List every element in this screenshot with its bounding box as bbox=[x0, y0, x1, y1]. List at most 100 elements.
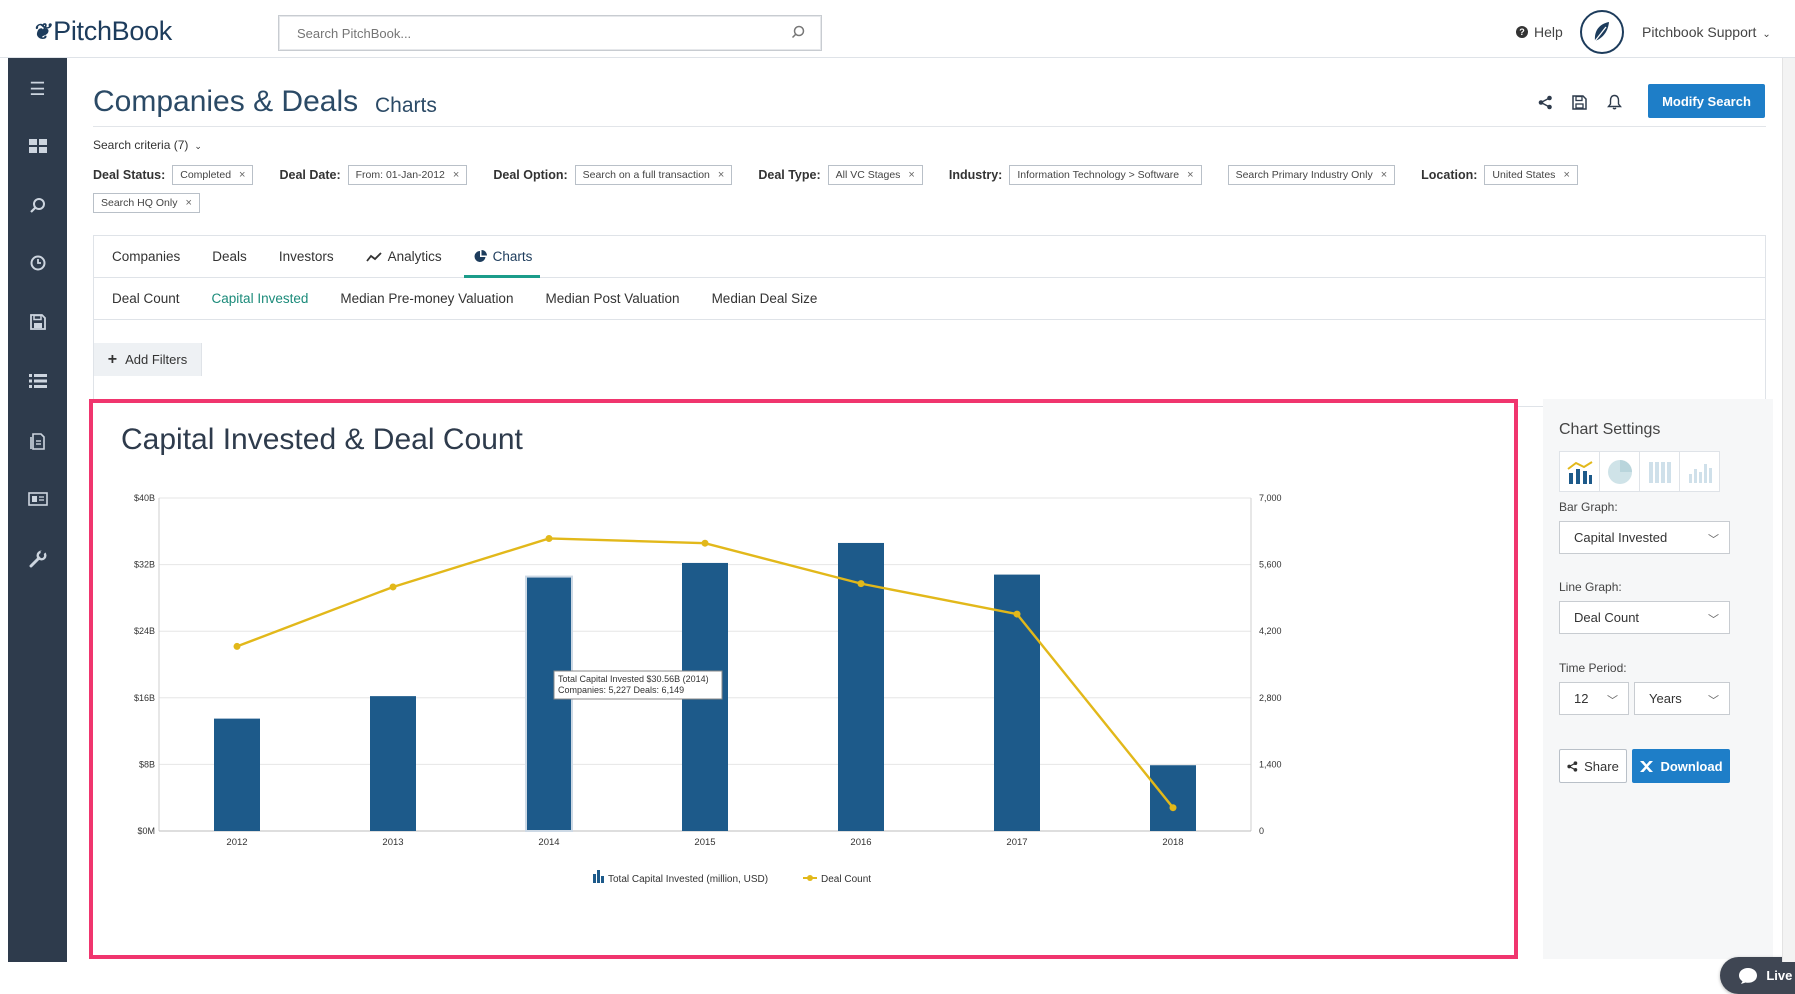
share-label: Share bbox=[1584, 758, 1619, 774]
deal-count-point-2012 bbox=[233, 642, 241, 650]
close-icon[interactable]: × bbox=[718, 169, 724, 181]
filter-chip[interactable]: Completed × bbox=[172, 165, 254, 185]
filter-chip[interactable]: United States × bbox=[1484, 165, 1578, 185]
tab-companies[interactable]: Companies bbox=[112, 236, 180, 278]
column-chart-type-button[interactable] bbox=[1679, 451, 1720, 492]
tab-analytics[interactable]: Analytics bbox=[365, 236, 442, 278]
share-icon[interactable] bbox=[1535, 92, 1555, 112]
pitchbook-leaf-icon: ❦ bbox=[32, 18, 51, 44]
subtab-median-pre-money[interactable]: Median Pre-money Valuation bbox=[340, 291, 513, 306]
tab-label: Investors bbox=[278, 249, 334, 264]
search-criteria-toggle[interactable]: Search criteria (7) ⌄ bbox=[93, 138, 202, 152]
filter-chip[interactable]: Information Technology > Software × bbox=[1009, 165, 1202, 185]
tab-label: Companies bbox=[112, 249, 181, 264]
add-filters-button[interactable]: + Add Filters bbox=[94, 343, 202, 376]
time-period-count-select[interactable]: 12 ﹀ bbox=[1559, 682, 1629, 715]
y-right-tick-label: 5,600 bbox=[1259, 560, 1282, 570]
tab-investors[interactable]: Investors bbox=[279, 236, 334, 278]
y-left-tick-label: $24B bbox=[134, 626, 155, 636]
filter-chip[interactable]: Search Primary Industry Only × bbox=[1227, 165, 1396, 185]
column-chart-icon bbox=[1688, 463, 1712, 483]
bar-2012 bbox=[214, 718, 260, 831]
stacked-bar-icon bbox=[1648, 461, 1671, 483]
tab-charts[interactable]: Charts bbox=[463, 236, 541, 278]
close-icon[interactable]: × bbox=[1187, 169, 1193, 181]
dashboard-icon[interactable] bbox=[8, 131, 67, 161]
time-period-unit-value: Years bbox=[1649, 691, 1682, 706]
subtab-deal-count[interactable]: Deal Count bbox=[112, 291, 180, 306]
search-icon[interactable] bbox=[8, 190, 67, 220]
pie-chart-icon bbox=[1607, 459, 1632, 484]
bar-graph-select[interactable]: Capital Invested ﹀ bbox=[1559, 521, 1730, 554]
live-chat-button[interactable]: Live chat bbox=[1720, 957, 1795, 994]
close-icon[interactable]: × bbox=[1381, 169, 1387, 181]
close-icon[interactable]: × bbox=[239, 169, 245, 181]
news-icon[interactable] bbox=[8, 484, 67, 514]
bell-icon[interactable] bbox=[1604, 92, 1624, 112]
time-period-label: Time Period: bbox=[1559, 661, 1627, 675]
tab-label: Analytics bbox=[387, 249, 442, 264]
filter-chip[interactable]: From: 01-Jan-2012 × bbox=[347, 165, 468, 185]
filter-label-deal-status: Deal Status: bbox=[93, 168, 166, 182]
close-icon[interactable]: × bbox=[1563, 169, 1569, 181]
line-graph-select[interactable]: Deal Count ﹀ bbox=[1559, 601, 1730, 634]
y-right-tick-label: 4,200 bbox=[1259, 626, 1282, 636]
user-menu[interactable]: Pitchbook Support ⌄ bbox=[1642, 24, 1771, 40]
filter-chip[interactable]: All VC Stages × bbox=[827, 165, 923, 185]
deal-count-point-2013 bbox=[389, 583, 397, 591]
modify-search-button[interactable]: Modify Search bbox=[1648, 84, 1765, 118]
subtab-median-post-valuation[interactable]: Median Post Valuation bbox=[545, 291, 679, 306]
lists-icon[interactable] bbox=[8, 366, 67, 396]
main-content: Companies & Deals Charts Modify Search S… bbox=[67, 58, 1795, 994]
pie-chart-type-button[interactable] bbox=[1599, 451, 1640, 492]
tools-wrench-icon[interactable] bbox=[8, 544, 67, 574]
save-icon[interactable] bbox=[1569, 92, 1589, 112]
chat-bubble-icon bbox=[1739, 967, 1758, 984]
avatar[interactable] bbox=[1580, 10, 1624, 54]
bar-2018 bbox=[1150, 765, 1196, 831]
chevron-down-icon: ⌄ bbox=[1762, 29, 1771, 40]
share-icon bbox=[1567, 760, 1578, 772]
close-icon[interactable]: × bbox=[453, 169, 459, 181]
global-search[interactable] bbox=[278, 15, 822, 51]
y-right-tick-label: 7,000 bbox=[1259, 493, 1282, 503]
time-period-unit-select[interactable]: Years ﹀ bbox=[1634, 682, 1730, 715]
tab-deals[interactable]: Deals bbox=[212, 236, 247, 278]
subtab-capital-invested[interactable]: Capital Invested bbox=[212, 291, 309, 306]
share-button[interactable]: Share bbox=[1559, 749, 1627, 783]
bar-graph-label: Bar Graph: bbox=[1559, 500, 1618, 514]
subtab-median-deal-size[interactable]: Median Deal Size bbox=[712, 291, 818, 306]
filter-chip[interactable]: Search HQ Only × bbox=[93, 193, 200, 213]
help-link[interactable]: ? Help bbox=[1516, 24, 1563, 40]
help-icon: ? bbox=[1516, 26, 1528, 38]
chevron-down-icon: ﹀ bbox=[1708, 695, 1719, 707]
pitchbook-logo[interactable]: ❦ PitchBook bbox=[32, 16, 172, 47]
y-right-tick-label: 1,400 bbox=[1259, 759, 1282, 769]
history-clock-icon[interactable] bbox=[8, 248, 67, 278]
deal-count-point-2017 bbox=[1013, 610, 1021, 618]
stacked-bar-chart-type-button[interactable] bbox=[1639, 451, 1680, 492]
chart-settings-panel: Chart Settings Bar Graph: Capital Invest… bbox=[1543, 399, 1773, 959]
bar-line-chart-icon bbox=[1566, 460, 1593, 484]
chip-label: Search HQ Only bbox=[101, 197, 178, 209]
combo-chart: $0M $8B $16B $24B $32B $40B 0 1,400 2,800 4,200 5,… bbox=[134, 493, 1282, 885]
y-left-tick-label: $16B bbox=[134, 693, 155, 703]
live-chat-label: Live chat bbox=[1766, 968, 1795, 983]
bar-line-chart-type-button[interactable] bbox=[1559, 451, 1600, 492]
menu-icon[interactable]: ☰ bbox=[8, 74, 67, 104]
x-tick-label: 2013 bbox=[382, 837, 403, 848]
excel-download-icon bbox=[1640, 760, 1654, 772]
saved-searches-icon[interactable] bbox=[8, 307, 67, 337]
reports-icon[interactable] bbox=[8, 426, 67, 456]
add-filters-label: Add Filters bbox=[125, 352, 188, 367]
close-icon[interactable]: × bbox=[908, 169, 914, 181]
download-button[interactable]: Download bbox=[1632, 749, 1730, 783]
filter-chip[interactable]: Search on a full transaction × bbox=[574, 165, 733, 185]
y-left-tick-label: $32B bbox=[134, 560, 155, 570]
search-input[interactable] bbox=[279, 16, 759, 50]
legend-bar-icon bbox=[601, 876, 604, 883]
close-icon[interactable]: × bbox=[185, 197, 191, 209]
page-scrollbar[interactable] bbox=[1782, 58, 1795, 962]
bar-2014 bbox=[525, 575, 573, 832]
search-icon[interactable] bbox=[791, 25, 805, 39]
